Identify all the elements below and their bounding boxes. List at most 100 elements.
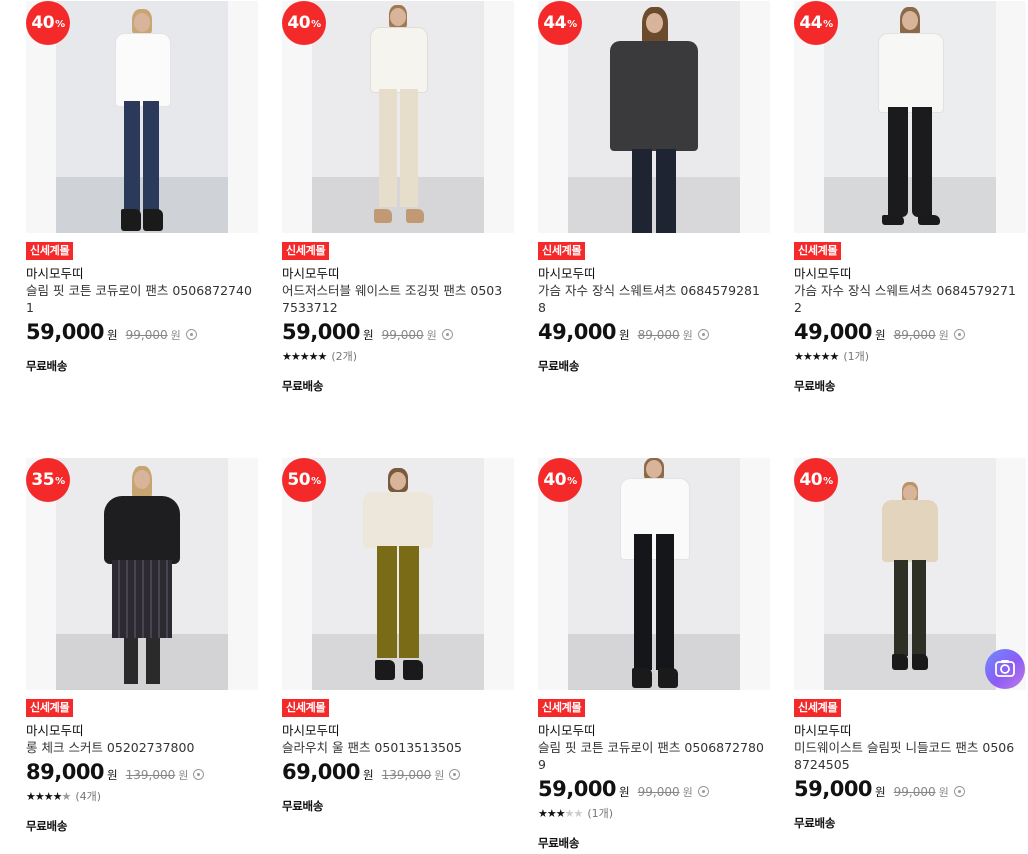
- store-badge: 신세계몰: [282, 242, 330, 260]
- product-name[interactable]: 미드웨이스트 슬림핏 니들코드 팬츠 05068724505: [794, 739, 1020, 773]
- product-name[interactable]: 롱 체크 스커트 05202737800: [26, 739, 252, 756]
- currency-label: 원: [170, 329, 181, 342]
- product-card[interactable]: 40% 신세계몰 마시모두띠 슬림 핏 코튼 코듀로이 팬츠 050687274…: [26, 1, 258, 374]
- product-name[interactable]: 슬림 핏 코튼 코듀로이 팬츠 05068727809: [538, 739, 764, 773]
- price-row: 69,000 원 139,000 원: [282, 760, 514, 784]
- rating: ★★★★★ (2개): [282, 348, 514, 364]
- price-info-icon[interactable]: [953, 329, 965, 340]
- product-image[interactable]: 40%: [282, 1, 514, 233]
- currency-label: 원: [426, 329, 437, 342]
- brand-name: 마시모두띠: [26, 723, 84, 738]
- store-badge: 신세계몰: [26, 699, 74, 717]
- review-count: (1개): [587, 807, 614, 820]
- product-image[interactable]: 40%: [538, 458, 770, 690]
- store-badge: 신세계몰: [538, 699, 586, 717]
- product-image[interactable]: 40%: [26, 1, 258, 233]
- store-badge: 신세계몰: [282, 699, 330, 717]
- product-card[interactable]: 40% 신세계몰 마시모두띠 미드웨이스트 슬림핏 니들코드 팬츠 050687…: [794, 458, 1026, 831]
- original-price: 139,000: [381, 768, 432, 782]
- brand-name: 마시모두띠: [282, 266, 340, 281]
- currency-label: 원: [107, 328, 118, 342]
- rating-stars-icon: ★★★★★: [282, 349, 327, 363]
- currency-label: 원: [682, 786, 693, 799]
- discount-badge: 40%: [794, 458, 838, 502]
- camera-search-button[interactable]: [985, 649, 1025, 689]
- original-price: 89,000: [893, 328, 936, 342]
- price-info-icon[interactable]: [193, 769, 205, 780]
- price-row: 59,000 원 99,000 원: [282, 320, 514, 344]
- rating: ★★★★★ (1개): [538, 805, 770, 821]
- rating: ★★★★★ (4개): [26, 788, 258, 804]
- free-shipping-label: 무료배송: [26, 359, 68, 373]
- product-card[interactable]: 44% 신세계몰 마시모두띠 가슴 자수 장식 스웨트셔츠 0684579271…: [794, 1, 1026, 394]
- free-shipping-label: 무료배송: [794, 379, 836, 393]
- free-shipping-label: 무료배송: [282, 379, 324, 393]
- rating-stars-icon: ★★★★★: [26, 789, 71, 803]
- price-row: 89,000 원 139,000 원: [26, 760, 258, 784]
- product-card[interactable]: 50% 신세계몰 마시모두띠 슬라우치 울 팬츠 05013513505 69,…: [282, 458, 514, 814]
- brand-name: 마시모두띠: [794, 723, 852, 738]
- product-name[interactable]: 슬라우치 울 팬츠 05013513505: [282, 739, 508, 756]
- original-price: 99,000: [381, 328, 424, 342]
- store-badge: 신세계몰: [538, 242, 586, 260]
- sale-price: 59,000: [282, 320, 361, 344]
- rating-stars-icon: ★★★★★: [794, 349, 839, 363]
- rating: ★★★★★ (1개): [794, 348, 1026, 364]
- product-card[interactable]: 44% 신세계몰 마시모두띠 가슴 자수 장식 스웨트셔츠 0684579281…: [538, 1, 770, 374]
- review-count: (2개): [331, 350, 358, 363]
- review-count: (4개): [75, 790, 102, 803]
- discount-badge: 44%: [538, 1, 582, 45]
- currency-label: 원: [107, 768, 118, 782]
- product-name[interactable]: 슬림 핏 코튼 코듀로이 팬츠 05068727401: [26, 282, 252, 316]
- currency-label: 원: [619, 328, 630, 342]
- sale-price: 49,000: [794, 320, 873, 344]
- brand-name: 마시모두띠: [282, 723, 340, 738]
- free-shipping-label: 무료배송: [538, 836, 580, 850]
- free-shipping-label: 무료배송: [794, 816, 836, 830]
- product-image[interactable]: 44%: [538, 1, 770, 233]
- currency-label: 원: [938, 329, 949, 342]
- price-info-icon[interactable]: [441, 329, 453, 340]
- original-price: 89,000: [637, 328, 680, 342]
- brand-name: 마시모두띠: [26, 266, 84, 281]
- price-info-icon[interactable]: [449, 769, 461, 780]
- sale-price: 89,000: [26, 760, 105, 784]
- brand-name: 마시모두띠: [538, 723, 596, 738]
- currency-label: 원: [619, 785, 630, 799]
- currency-label: 원: [875, 328, 886, 342]
- currency-label: 원: [434, 769, 445, 782]
- currency-label: 원: [363, 328, 374, 342]
- discount-badge: 40%: [282, 1, 326, 45]
- product-card[interactable]: 40% 신세계몰 마시모두띠 어드저스터블 웨이스트 조깅핏 팬츠 050375…: [282, 1, 514, 394]
- price-row: 59,000 원 99,000 원: [794, 777, 1026, 801]
- price-info-icon[interactable]: [953, 786, 965, 797]
- sale-price: 59,000: [794, 777, 873, 801]
- product-image[interactable]: 35%: [26, 458, 258, 690]
- free-shipping-label: 무료배송: [282, 799, 324, 813]
- currency-label: 원: [682, 329, 693, 342]
- product-card[interactable]: 35% 신세계몰 마시모두띠 롱 체크 스커트 05202737800 89,0…: [26, 458, 258, 834]
- sale-price: 59,000: [538, 777, 617, 801]
- brand-name: 마시모두띠: [794, 266, 852, 281]
- rating-stars-icon: ★★★★★: [538, 806, 583, 820]
- store-badge: 신세계몰: [26, 242, 74, 260]
- price-info-icon[interactable]: [697, 329, 709, 340]
- free-shipping-label: 무료배송: [538, 359, 580, 373]
- discount-badge: 40%: [26, 1, 70, 45]
- camera-search-icon: [995, 660, 1015, 677]
- price-row: 49,000 원 89,000 원: [538, 320, 770, 344]
- product-image[interactable]: 50%: [282, 458, 514, 690]
- price-info-icon[interactable]: [185, 329, 197, 340]
- currency-label: 원: [875, 785, 886, 799]
- store-badge: 신세계몰: [794, 699, 842, 717]
- price-info-icon[interactable]: [697, 786, 709, 797]
- product-card[interactable]: 40% 신세계몰 마시모두띠 슬림 핏 코튼 코듀로이 팬츠 050687278…: [538, 458, 770, 851]
- product-image[interactable]: 44%: [794, 1, 1026, 233]
- brand-name: 마시모두띠: [538, 266, 596, 281]
- discount-badge: 44%: [794, 1, 838, 45]
- product-name[interactable]: 어드저스터블 웨이스트 조깅핏 팬츠 05037533712: [282, 282, 508, 316]
- product-name[interactable]: 가슴 자수 장식 스웨트셔츠 06845792712: [794, 282, 1020, 316]
- discount-badge: 35%: [26, 458, 70, 502]
- free-shipping-label: 무료배송: [26, 819, 68, 833]
- product-name[interactable]: 가슴 자수 장식 스웨트셔츠 06845792818: [538, 282, 764, 316]
